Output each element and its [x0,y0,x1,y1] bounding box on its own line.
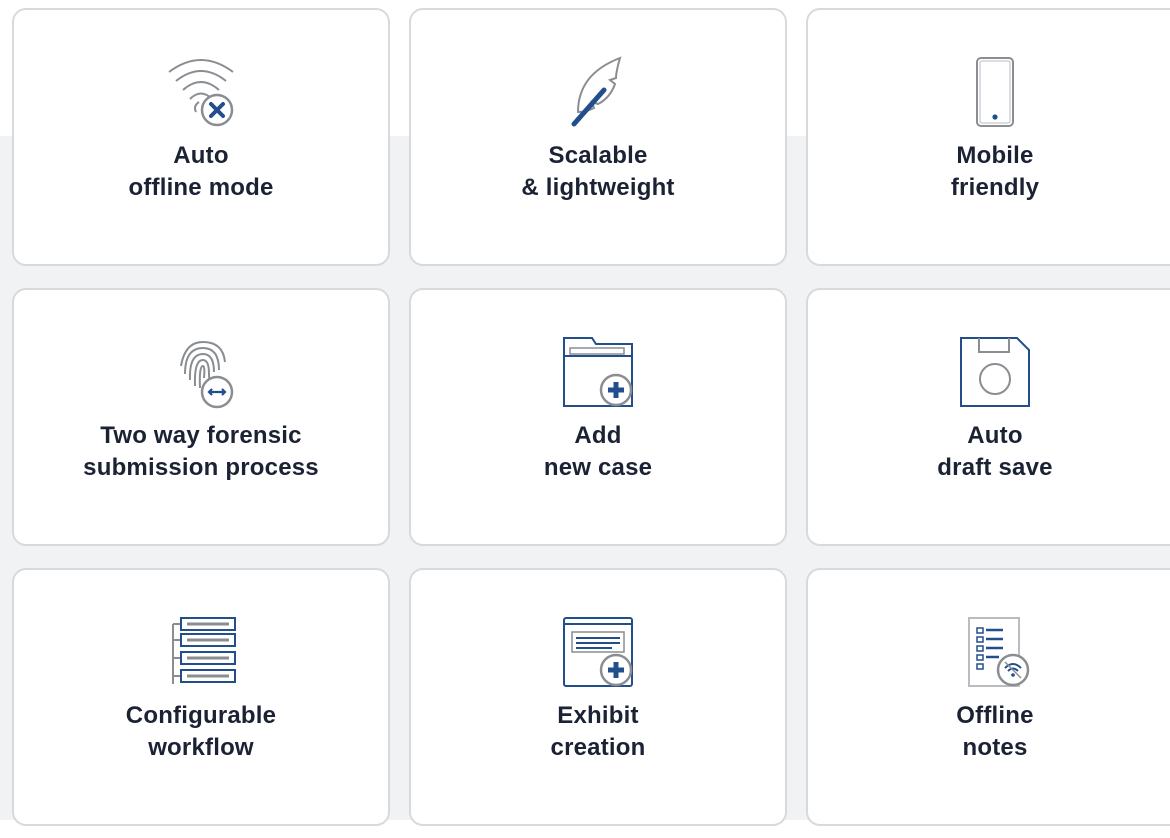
feature-title-line2: notes [962,734,1028,761]
feature-card-auto-offline-mode: Auto offline mode [12,8,390,266]
feature-title-line1: Exhibit [557,702,639,729]
feather-icon [558,54,638,130]
exhibit-add-icon [558,614,638,690]
fingerprint-icon [161,334,241,410]
feature-title-line2: friendly [950,174,1040,201]
feature-title-line2: offline mode [128,174,274,201]
feature-card-two-way-forensic: Two way forensic submission process [12,288,390,546]
feature-title-line2: submission process [83,454,319,481]
feature-title-line2: draft save [937,454,1053,481]
feature-card-configurable-workflow: Configurable workflow [12,568,390,826]
feature-title-line1: Configurable [125,702,277,729]
feature-title-line1: Two way forensic [100,422,302,449]
feature-title-line1: Scalable [548,142,648,169]
feature-title-line2: & lightweight [521,174,675,201]
feature-card-auto-draft-save: Auto draft save [806,288,1170,546]
floppy-disk-icon [955,334,1035,410]
feature-title-line1: Mobile [956,142,1034,169]
feature-card-add-new-case: Add new case [409,288,787,546]
feature-title-line2: creation [550,734,646,761]
feature-title-line2: new case [543,454,653,481]
feature-title-line1: Auto [967,422,1023,449]
mobile-phone-icon [955,54,1035,130]
feature-card-scalable-lightweight: Scalable & lightweight [409,8,787,266]
wifi-off-icon [161,54,241,130]
workflow-icon [161,614,241,690]
offline-notes-icon [955,614,1035,690]
feature-title-line1: Add [574,422,622,449]
folder-add-icon [558,334,638,410]
feature-card-exhibit-creation: Exhibit creation [409,568,787,826]
feature-grid: Auto offline mode Scalable & lightweight… [12,8,1170,838]
feature-title-line1: Offline [956,702,1034,729]
feature-title-line1: Auto [173,142,229,169]
feature-card-mobile-friendly: Mobile friendly [806,8,1170,266]
feature-card-offline-notes: Offline notes [806,568,1170,826]
feature-title-line2: workflow [148,734,254,761]
